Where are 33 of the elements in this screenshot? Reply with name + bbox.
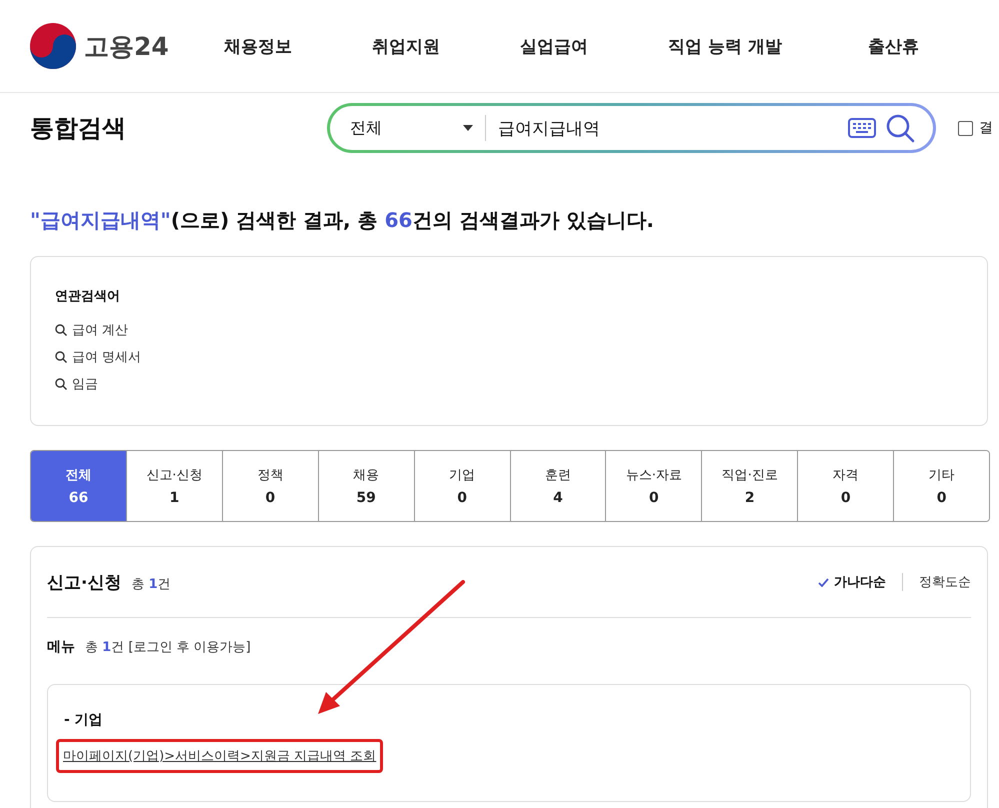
search-icon [55,378,67,390]
category-tab[interactable]: 전체 66 [31,451,126,521]
result-count: 총 1건 [로그인 후 이용가능] [85,639,251,656]
nav-link[interactable]: 출산휴 [868,34,919,58]
nav-link[interactable]: 실업급여 [520,34,588,58]
category-label: - 기업 [63,711,103,729]
search-icon [55,351,67,363]
checkbox-label[interactable]: 결 [979,119,993,137]
sort-option[interactable]: 정확도순 [903,573,971,591]
scope-dropdown[interactable]: 전체 [330,115,486,141]
search-icon [55,324,67,336]
related-keyword-link[interactable]: 임금 [55,375,98,393]
logo-text[interactable]: 고용24 [84,30,169,62]
section-title: 신고·신청 [47,572,122,594]
page-title: 통합검색 [30,113,127,144]
related-title: 연관검색어 [55,288,121,305]
menu-path-link[interactable]: 마이페이지(기업)>서비스이력>지원금 지급내역 조회 [56,739,384,773]
nav-link[interactable]: 직업 능력 개발 [668,34,782,58]
check-icon [818,578,829,586]
nav-link[interactable]: 취업지원 [372,34,440,58]
result-count: 총 1건 [131,576,171,592]
checkbox[interactable] [958,120,973,136]
related-keyword-link[interactable]: 급여 명세서 [55,348,142,366]
keyboard-icon[interactable] [848,118,876,138]
related-keyword-link[interactable]: 급여 계산 [55,321,128,339]
logo-icon [30,23,76,69]
menu-title: 메뉴 [47,638,75,656]
caret-icon [463,125,473,131]
sort-option[interactable]: 가나다순 [818,573,903,591]
category-tab[interactable]: 기타 0 [893,451,989,521]
nav-link[interactable]: 채용정보 [224,34,292,58]
search-icon[interactable] [886,114,915,142]
result-summary: "급여지급내역"(으로) 검색한 결과, 총 66건의 검색결과가 있습니다. [30,207,655,234]
